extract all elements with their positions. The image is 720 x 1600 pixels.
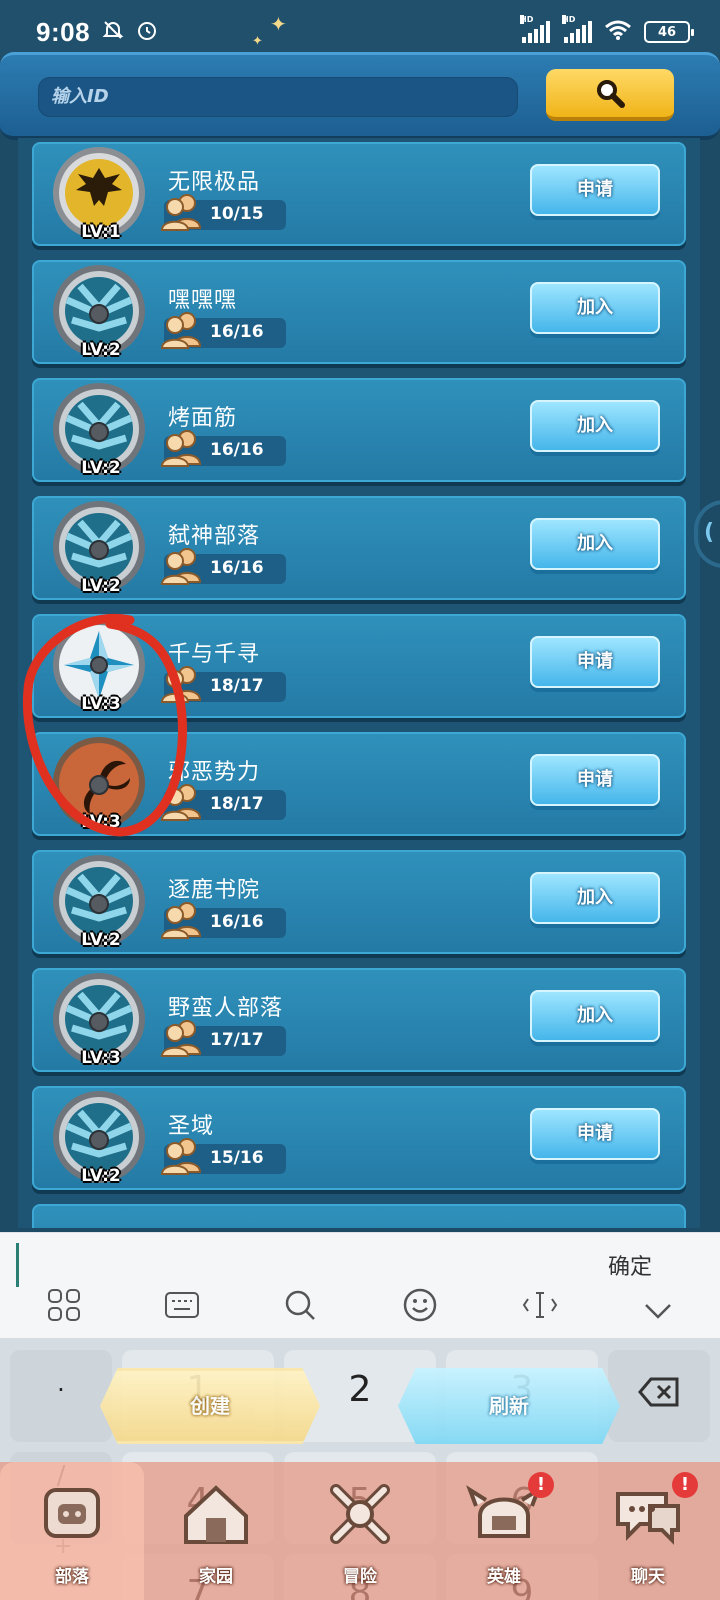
nav-item-hero[interactable]: 英雄!	[432, 1462, 576, 1600]
battery-icon: 46	[644, 21, 694, 43]
member-count: 16/16	[210, 912, 264, 932]
clan-row[interactable]: LV:3 野蛮人部落 17/17 加入	[32, 968, 686, 1072]
clan-level: LV:1	[81, 222, 121, 242]
clan-action-button[interactable]: 加入	[530, 518, 660, 570]
alarm-icon	[136, 19, 158, 46]
clan-action-button[interactable]: 加入	[530, 872, 660, 924]
alert-badge: !	[672, 1472, 698, 1498]
cursor-icon[interactable]	[522, 1287, 558, 1323]
member-count-badge: 18/17	[160, 784, 286, 821]
clan-level: LV:2	[81, 458, 121, 478]
clan-action-button[interactable]: 加入	[530, 400, 660, 452]
keyboard-icon[interactable]	[164, 1287, 200, 1323]
clan-row[interactable]: LV:2 逐鹿书院 16/16 加入	[32, 850, 686, 954]
adventure-icon	[330, 1484, 390, 1544]
backspace-icon	[638, 1377, 679, 1407]
clan-action-button[interactable]: 申请	[530, 754, 660, 806]
mute-icon	[102, 19, 124, 46]
confirm-label[interactable]: 确定	[608, 1249, 652, 1281]
members-icon	[160, 546, 202, 586]
clan-row[interactable]: LV:2 烤面筋 16/16 加入	[32, 378, 686, 482]
clan-row[interactable]: LV:2 嘿嘿嘿 16/16 加入	[32, 260, 686, 364]
status-time: 9:08	[36, 16, 91, 47]
key-symbol[interactable]: ·	[10, 1350, 112, 1442]
nav-label: 家园	[199, 1567, 233, 1587]
members-icon	[160, 782, 202, 822]
member-count-badge: 16/16	[160, 312, 286, 349]
member-count: 16/16	[210, 440, 264, 460]
id-search-input[interactable]: 输入ID	[38, 77, 518, 117]
members-icon	[160, 192, 202, 232]
apps-icon[interactable]	[46, 1287, 82, 1323]
search-icon[interactable]	[282, 1287, 318, 1323]
member-count: 15/16	[210, 1148, 264, 1168]
bottom-nav: 部落 家园 冒险 英雄! 聊天!	[0, 1462, 720, 1600]
signal-icon: HD	[520, 15, 550, 43]
clan-level: LV:2	[81, 340, 121, 360]
member-count: 16/16	[210, 322, 264, 342]
clan-action-button[interactable]: 申请	[530, 164, 660, 216]
clan-row-partial[interactable]	[32, 1204, 686, 1228]
nav-label: 英雄	[487, 1567, 521, 1587]
member-count-badge: 10/15	[160, 194, 286, 231]
member-count: 10/15	[210, 204, 264, 224]
clan-level: LV:2	[81, 1166, 121, 1186]
member-count: 16/16	[210, 558, 264, 578]
nav-item-adventure[interactable]: 冒险	[288, 1462, 432, 1600]
nav-item-chat[interactable]: 聊天!	[576, 1462, 720, 1600]
member-count: 18/17	[210, 676, 264, 696]
member-count: 18/17	[210, 794, 264, 814]
clan-level: LV:3	[81, 694, 121, 714]
nav-item-tribe[interactable]: 部落	[0, 1462, 144, 1600]
collapse-icon[interactable]	[640, 1293, 676, 1329]
clan-level: LV:2	[81, 930, 121, 950]
tribe-icon	[44, 1488, 100, 1538]
nav-item-home[interactable]: 家园	[144, 1462, 288, 1600]
member-count-badge: 17/17	[160, 1020, 286, 1057]
nav-label: 冒险	[343, 1567, 377, 1587]
clan-action-button[interactable]: 申请	[530, 636, 660, 688]
clan-action-button[interactable]: 加入	[530, 282, 660, 334]
clan-row[interactable]: LV:3 千与千寻 18/17 申请	[32, 614, 686, 718]
sparkle-icon: ✦	[252, 34, 263, 49]
backspace-key[interactable]	[608, 1350, 710, 1442]
alert-badge: !	[528, 1472, 554, 1498]
clan-level: LV:3	[81, 1048, 121, 1068]
clan-row[interactable]: LV:1 无限极品 10/15 申请	[32, 142, 686, 246]
nav-label: 聊天	[631, 1567, 665, 1587]
members-icon	[160, 310, 202, 350]
members-icon	[160, 664, 202, 704]
signal-icon: HD	[562, 15, 592, 43]
search-header: 输入ID	[0, 52, 720, 140]
search-button[interactable]	[546, 69, 674, 121]
wifi-icon	[604, 19, 632, 45]
emoji-icon[interactable]	[402, 1287, 438, 1323]
member-count-badge: 16/16	[160, 902, 286, 939]
clan-action-button[interactable]: 申请	[530, 1108, 660, 1160]
home-icon	[184, 1485, 248, 1544]
search-icon	[597, 80, 625, 108]
clan-row[interactable]: LV:3 邪恶势力 18/17 申请	[32, 732, 686, 836]
sparkle-icon: ✦	[270, 12, 287, 36]
member-count-badge: 16/16	[160, 430, 286, 467]
members-icon	[160, 900, 202, 940]
clan-row[interactable]: LV:2 圣域 15/16 申请	[32, 1086, 686, 1190]
refresh-button[interactable]: 刷新	[398, 1368, 620, 1444]
members-icon	[160, 428, 202, 468]
member-count-badge: 16/16	[160, 548, 286, 585]
nav-label: 部落	[55, 1567, 89, 1587]
member-count: 17/17	[210, 1030, 264, 1050]
keyboard-toolbar: 确定	[0, 1232, 720, 1338]
clan-list[interactable]: LV:1 无限极品 10/15 申请 LV:2 嘿嘿嘿 16/16 加入 LV:2 烤面筋 16/1…	[18, 138, 700, 1228]
members-icon	[160, 1018, 202, 1058]
member-count-badge: 18/17	[160, 666, 286, 703]
clan-level: LV:3	[81, 812, 121, 832]
clan-level: LV:2	[81, 576, 121, 596]
clan-action-button[interactable]: 加入	[530, 990, 660, 1042]
member-count-badge: 15/16	[160, 1138, 286, 1175]
create-clan-button[interactable]: 创建	[100, 1368, 320, 1444]
text-caret	[16, 1243, 19, 1287]
clan-row[interactable]: LV:2 弑神部落 16/16 加入	[32, 496, 686, 600]
members-icon	[160, 1136, 202, 1176]
